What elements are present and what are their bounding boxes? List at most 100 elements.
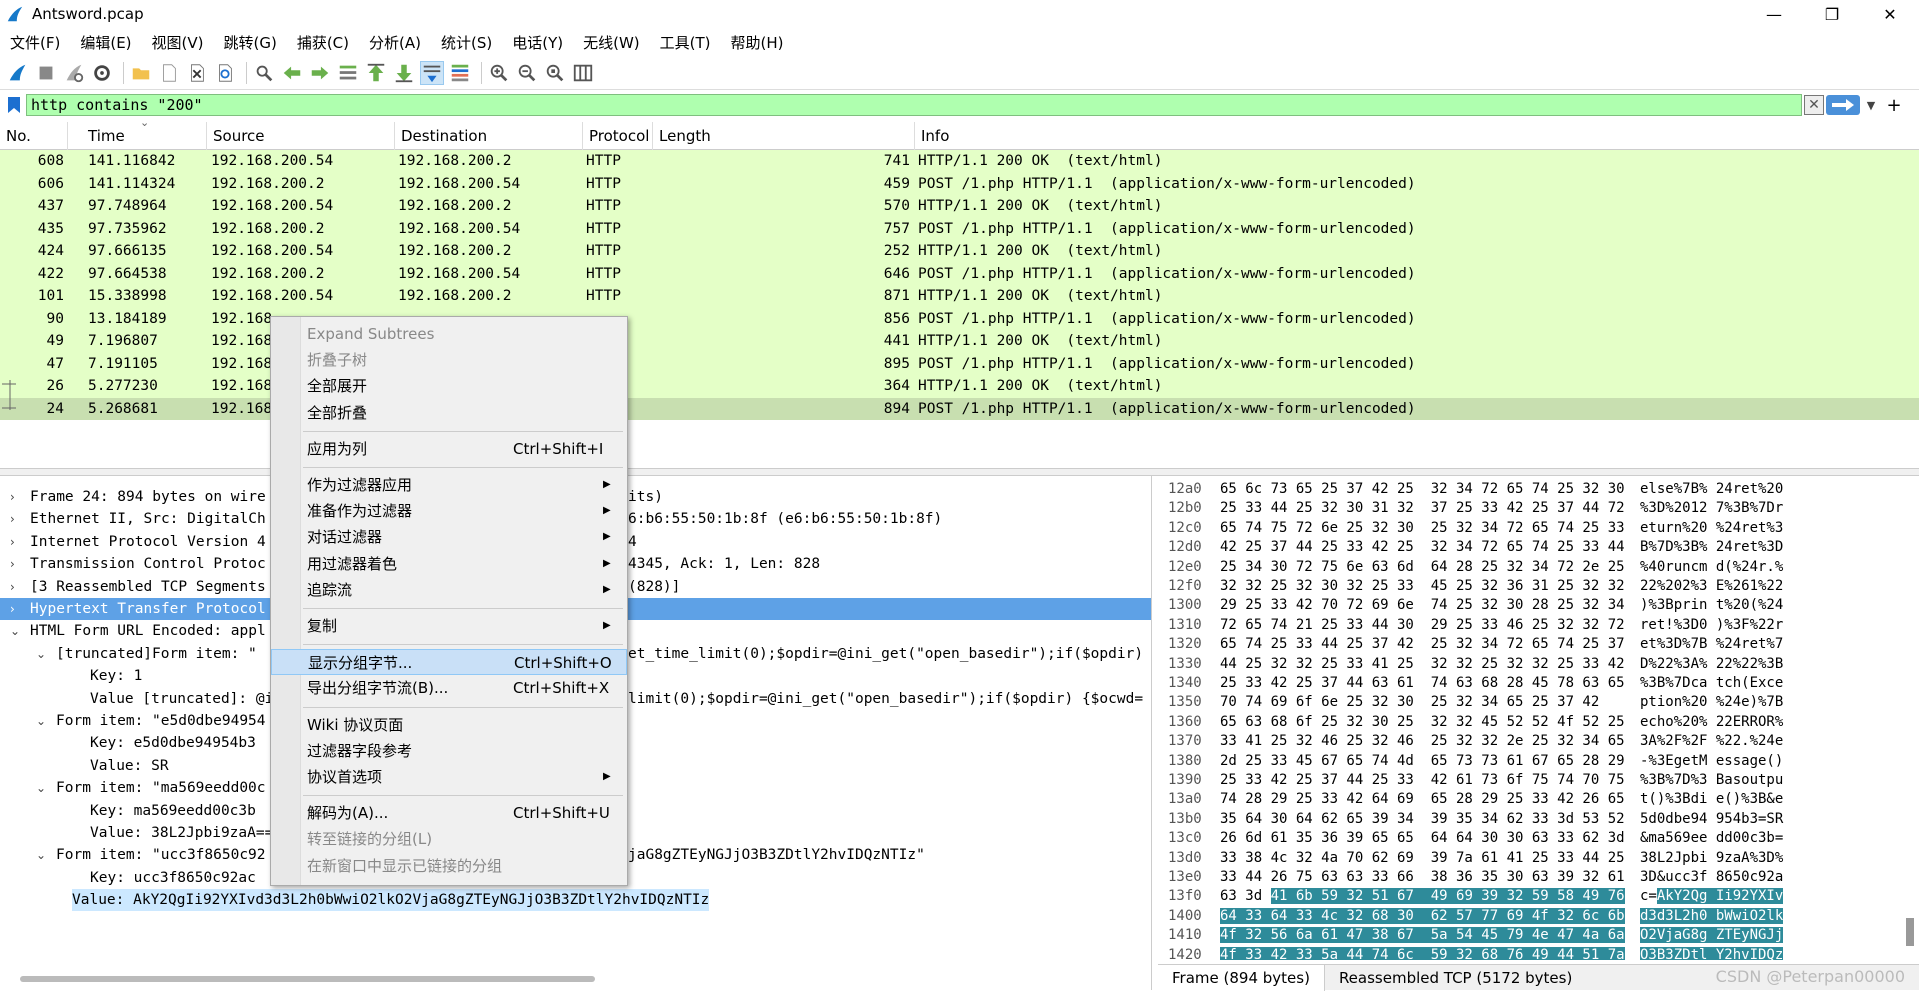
minimize-button[interactable]: — [1745,0,1803,28]
hex-bytes[interactable]: 63 3d 41 6b 59 32 51 67 49 69 39 32 59 5… [1220,887,1625,906]
hex-ascii[interactable]: %3D%2012 7%3B%7Dr [1640,499,1783,518]
options-gear-icon[interactable] [90,61,114,85]
hex-ascii[interactable]: 22%202%3 E%261%22 [1640,577,1783,596]
hex-bytes[interactable]: 25 33 42 25 37 44 25 33 42 61 73 6f 75 7… [1220,771,1625,790]
hex-bytes[interactable]: 70 74 69 6f 6e 25 32 30 25 32 34 65 25 3… [1220,693,1599,712]
hex-bytes[interactable]: 25 33 44 25 32 30 31 32 37 25 33 42 25 3… [1220,499,1625,518]
hex-bytes[interactable]: 65 6c 73 65 25 37 42 25 32 34 72 65 74 2… [1220,480,1625,499]
collapse-arrow-icon[interactable]: ⌄ [36,777,46,799]
hex-ascii[interactable]: 3D&ucc3f 8650c92a [1640,868,1783,887]
menu-item-3[interactable]: 跳转(G) [214,32,287,53]
hex-ascii[interactable]: %40runcm d(%24r.% [1640,558,1783,577]
context-menu-item[interactable]: 应用为列 Ctrl+Shift+I [271,436,627,462]
column-header-no[interactable]: No. [0,122,68,150]
reload-icon[interactable] [213,61,237,85]
find-icon[interactable] [252,61,276,85]
filter-bookmark-icon[interactable] [4,94,24,116]
maximize-button[interactable]: ❐ [1803,0,1861,28]
hex-bytes[interactable]: 33 38 4c 32 4a 70 62 69 39 7a 61 41 25 3… [1220,849,1625,868]
close-button[interactable]: ✕ [1861,0,1919,28]
packet-row[interactable]: 608 141.116842 192.168.200.54 192.168.200.2… [0,150,1919,173]
expand-arrow-icon[interactable]: › [10,576,15,598]
add-filter-button-icon[interactable]: + [1882,95,1906,116]
zoom-normal-icon[interactable] [543,61,567,85]
context-menu-item[interactable]: 全部展开 [271,373,627,399]
first-packet-icon[interactable] [364,61,388,85]
hex-ascii[interactable]: %3B%7Dca tch(Exce [1640,674,1783,693]
hex-bytes[interactable]: 65 74 75 72 6e 25 32 30 25 32 34 72 65 7… [1220,519,1625,538]
hex-ascii[interactable]: c=AkY2Qg Ii92YXIv [1640,887,1784,906]
colorize-icon[interactable] [448,61,472,85]
menu-item-8[interactable]: 无线(W) [573,32,650,53]
hex-ascii[interactable]: d3d3L2h0 bWwiO2lk [1640,907,1784,926]
packet-row[interactable]: 435 97.735962 192.168.200.2 192.168.200.54 H… [0,217,1919,240]
hex-bytes[interactable]: 26 6d 61 35 36 39 65 65 64 64 30 30 63 3… [1220,829,1625,848]
hex-bytes[interactable]: 4f 32 56 6a 61 47 38 67 5a 54 45 79 4e 4… [1220,926,1625,945]
context-menu-item[interactable]: 作为过滤器应用 ▶ [271,472,627,498]
context-menu-item[interactable]: 复制 ▶ [271,613,627,639]
expand-arrow-icon[interactable]: › [10,486,15,508]
expand-arrow-icon[interactable]: › [10,531,15,553]
save-file-icon[interactable] [157,61,181,85]
detail-row[interactable]: Value: AkY2QgIi92YXIvd3d3L2h0bWwiO2lkO2V… [0,889,1151,912]
hex-bytes[interactable]: 64 33 64 33 4c 32 68 30 62 57 77 69 4f 3… [1220,907,1625,926]
tab-reassembled-tcp[interactable]: Reassembled TCP (5172 bytes) [1325,965,1586,991]
hex-ascii[interactable]: eturn%20 %24ret%3 [1640,519,1783,538]
menu-item-6[interactable]: 统计(S) [431,32,502,53]
hex-ascii[interactable]: D%22%3A% 22%22%3B [1640,655,1783,674]
hex-bytes[interactable]: 65 74 25 33 44 25 37 42 25 32 34 72 65 7… [1220,635,1625,654]
hex-bytes[interactable]: 33 41 25 32 46 25 32 46 25 32 32 2e 25 3… [1220,732,1625,751]
menu-item-1[interactable]: 编辑(E) [70,32,141,53]
hex-bytes[interactable]: 32 32 25 32 30 32 25 33 45 25 32 36 31 2… [1220,577,1625,596]
forward-arrow-icon[interactable] [308,61,332,85]
hex-ascii[interactable]: 3A%2F%2F %22.%24e [1640,732,1783,751]
hex-ascii[interactable]: 38L2Jpbi 9zaA%3D% [1640,849,1783,868]
collapse-arrow-icon[interactable]: ⌄ [36,844,46,866]
packet-row[interactable]: 101 15.338998 192.168.200.54 192.168.200.2 H… [0,285,1919,308]
clear-filter-icon[interactable]: ✕ [1804,95,1824,115]
hex-bytes[interactable]: 35 64 30 64 62 65 39 34 39 35 34 62 33 3… [1220,810,1625,829]
context-menu-item[interactable]: 全部折叠 [271,400,627,426]
hex-bytes[interactable]: 42 25 37 44 25 33 42 25 32 34 72 65 74 2… [1220,538,1625,557]
context-menu-item[interactable]: 过滤器字段参考 [271,738,627,764]
collapse-arrow-icon[interactable]: ⌄ [36,710,46,732]
expand-arrow-icon[interactable]: › [10,598,15,620]
hex-ascii[interactable]: -%3EgetM essage() [1640,752,1783,771]
zoom-in-icon[interactable] [487,61,511,85]
column-header-destination[interactable]: Destination [395,122,583,150]
goto-packet-icon[interactable] [336,61,360,85]
context-menu-item[interactable]: 协议首选项 ▶ [271,764,627,790]
column-header-source[interactable]: Source [207,122,395,150]
hex-ascii[interactable]: echo%20% 22ERROR% [1640,713,1783,732]
packet-row[interactable]: 437 97.748964 192.168.200.54 192.168.200.2 H… [0,195,1919,218]
shark-fin-start-icon[interactable] [6,61,30,85]
menu-item-9[interactable]: 工具(T) [650,32,721,53]
expand-arrow-icon[interactable]: › [10,508,15,530]
menu-item-10[interactable]: 帮助(H) [721,32,794,53]
hex-ascii[interactable]: 5d0dbe94 954b3=SR [1640,810,1783,829]
menu-item-0[interactable]: 文件(F) [0,32,70,53]
menu-item-7[interactable]: 电话(Y) [502,32,573,53]
column-header-info[interactable]: Info [915,122,1919,150]
hex-ascii[interactable]: ret!%3D0 )%3F%22r [1640,616,1783,635]
hex-ascii[interactable]: O2VjaG8g ZTEyNGJj [1640,926,1784,945]
bytes-vertical-scrollbar[interactable] [1906,918,1914,946]
packet-row[interactable]: 424 97.666135 192.168.200.54 192.168.200.2 H… [0,240,1919,263]
packet-row[interactable]: 606 141.114324 192.168.200.2 192.168.200.54… [0,172,1919,195]
context-menu-item[interactable]: 对话过滤器 ▶ [271,524,627,550]
column-header-protocol[interactable]: Protocol [583,122,653,150]
apply-filter-arrow-icon[interactable] [1826,95,1860,115]
column-header-time[interactable]: Time ⌄ [82,116,207,150]
stop-icon[interactable] [34,61,58,85]
context-menu-item[interactable]: Wiki 协议页面 [271,712,627,738]
hex-bytes[interactable]: 65 63 68 6f 25 32 30 25 32 32 45 52 52 4… [1220,713,1625,732]
packet-row[interactable]: 422 97.664538 192.168.200.2 192.168.200.54 H… [0,262,1919,285]
hex-bytes[interactable]: 74 28 29 25 33 42 64 69 65 28 29 25 33 4… [1220,790,1625,809]
context-menu-item[interactable]: 准备作为过滤器 ▶ [271,498,627,524]
hex-bytes[interactable]: 44 25 32 32 25 33 41 25 32 32 25 32 32 2… [1220,655,1625,674]
collapse-arrow-icon[interactable]: ⌄ [10,620,20,642]
hex-ascii[interactable]: &ma569ee dd00c3b= [1640,829,1783,848]
tab-frame-bytes[interactable]: Frame (894 bytes) [1158,965,1325,991]
collapse-arrow-icon[interactable]: ⌄ [36,643,46,665]
resize-columns-icon[interactable] [571,61,595,85]
